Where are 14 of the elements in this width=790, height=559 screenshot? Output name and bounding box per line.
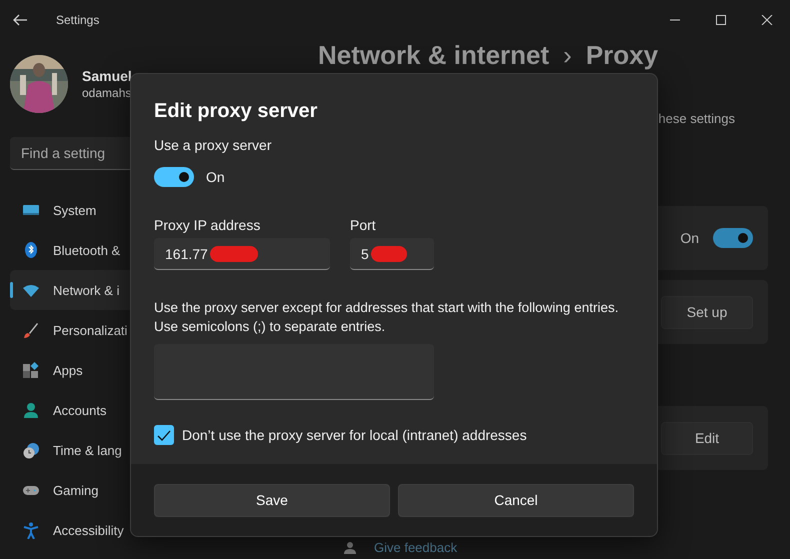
user-email: odamahs <box>82 86 132 100</box>
setting-description: hese settings <box>658 111 735 126</box>
field-label: Port <box>350 217 377 233</box>
instruction-text: Use the proxy server except for addresses that start with the following entries. Use semicolons (;) to separate entries. <box>154 299 620 336</box>
user-name: Samuel <box>82 68 132 84</box>
window-title: Settings <box>56 13 100 27</box>
toggle-state-label: On <box>206 169 225 185</box>
toggle-label: Use a proxy server <box>154 137 272 153</box>
page-title: Proxy <box>586 40 658 70</box>
toggle-state-label: On <box>680 230 699 246</box>
field-label: Proxy IP address <box>154 217 262 233</box>
breadcrumb-separator: › <box>563 40 572 70</box>
checkbox-label: Don’t use the proxy server for local (intranet) addresses <box>182 427 527 443</box>
dialog-title: Edit proxy server <box>154 100 318 123</box>
